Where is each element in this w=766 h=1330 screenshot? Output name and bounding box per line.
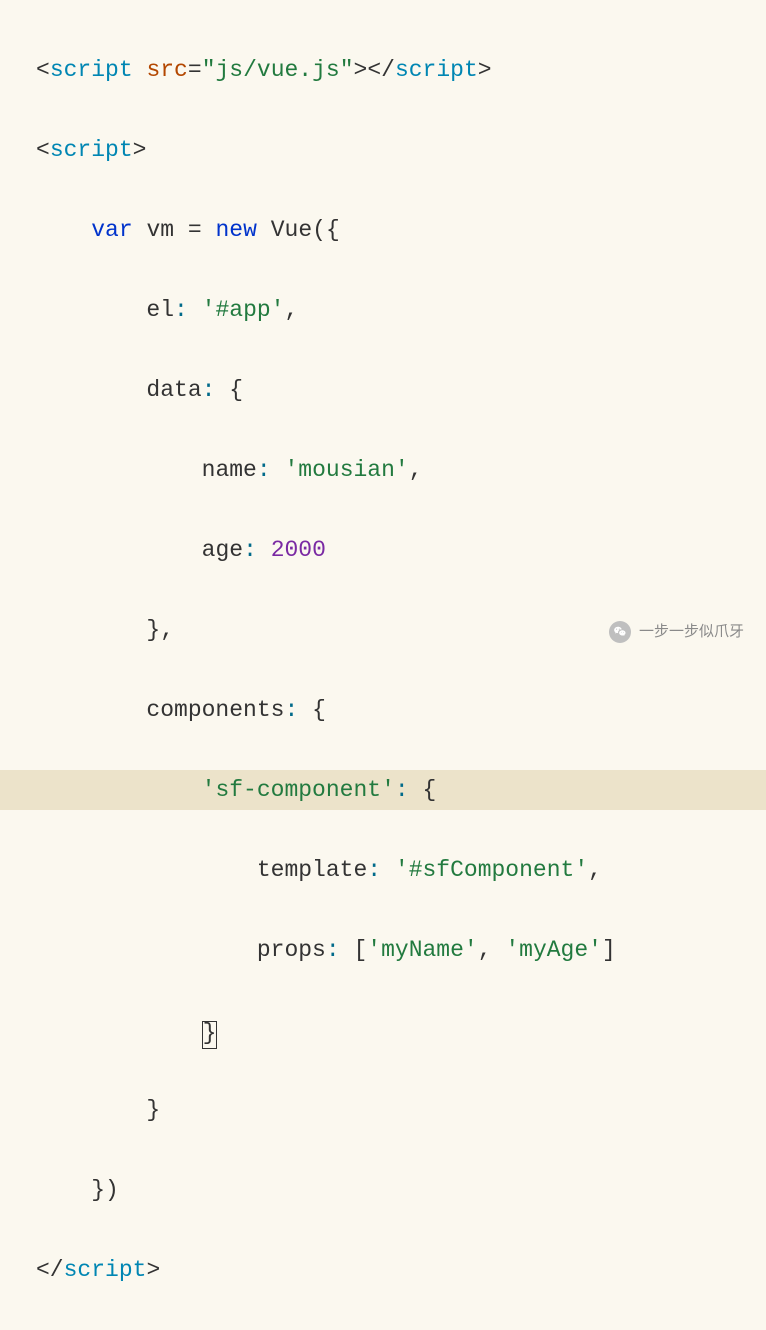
code-line: <script src="js/vue.js"></script>: [36, 50, 766, 90]
code-line: var vm = new Vue({: [36, 210, 766, 250]
code-line: age: 2000: [36, 530, 766, 570]
code-line: <script>: [36, 130, 766, 170]
cursor-bracket: }: [202, 1021, 218, 1049]
code-line: </script>: [36, 1250, 766, 1290]
code-line: name: 'mousian',: [36, 450, 766, 490]
watermark: 一步一步似爪牙: [609, 612, 744, 652]
code-line: props: ['myName', 'myAge']: [36, 930, 766, 970]
code-line-highlighted: 'sf-component': {: [0, 770, 766, 810]
code-line: }): [36, 1170, 766, 1210]
wechat-icon: [609, 621, 631, 643]
code-line: template: '#sfComponent',: [36, 850, 766, 890]
code-line: }: [36, 1090, 766, 1130]
code-line: el: '#app',: [36, 290, 766, 330]
code-block: <script src="js/vue.js"></script> <scrip…: [0, 0, 766, 1330]
code-line: data: {: [36, 370, 766, 410]
code-line: components: {: [36, 690, 766, 730]
watermark-text: 一步一步似爪牙: [639, 612, 744, 652]
code-line: }: [36, 1010, 766, 1050]
